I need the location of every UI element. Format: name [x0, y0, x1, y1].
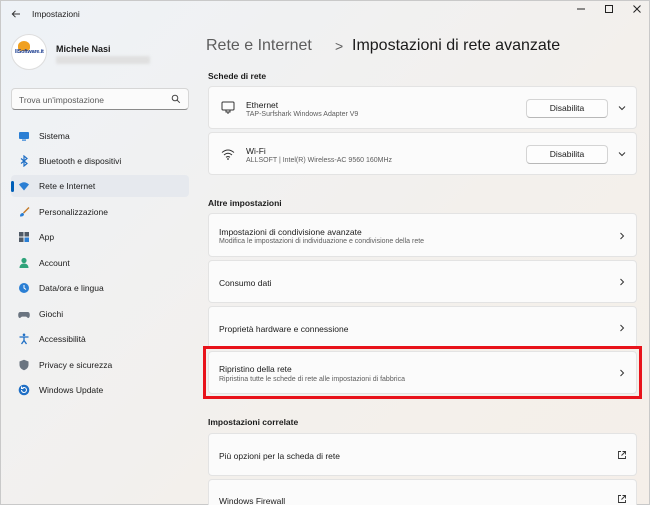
setting-title: Consumo dati: [219, 278, 272, 288]
setting-card-hardware-properties[interactable]: Proprietà hardware e connessione: [208, 306, 637, 349]
highlight-box: [203, 346, 642, 399]
update-icon: [18, 384, 30, 396]
back-button[interactable]: [7, 5, 25, 23]
search-icon: [171, 94, 181, 104]
adapter-description: ALLSOFT | Intel(R) Wireless-AC 9560 160M…: [246, 157, 393, 164]
breadcrumb-separator: >: [335, 38, 344, 54]
adapter-description: TAP-Surfshark Windows Adapter V9: [246, 111, 359, 118]
minimize-icon: [577, 8, 585, 10]
setting-title: Impostazioni di condivisione avanzate: [219, 227, 362, 237]
sidebar-item-sistema[interactable]: Sistema: [11, 125, 189, 147]
app-title: Impostazioni: [32, 9, 80, 19]
maximize-icon: [605, 5, 613, 13]
title-bar: Impostazioni: [1, 1, 649, 27]
sidebar-item-label: Privacy e sicurezza: [39, 360, 113, 370]
sidebar-item-privacy-sicurezza[interactable]: Privacy e sicurezza: [11, 354, 189, 376]
settings-window: Impostazioni IlSoftware.it Michele Nasi …: [0, 0, 650, 505]
sidebar-item-account[interactable]: Account: [11, 252, 189, 274]
sidebar-item-app[interactable]: App: [11, 226, 189, 248]
external-link-icon: [618, 495, 626, 503]
sidebar-item-bluetooth[interactable]: Bluetooth e dispositivi: [11, 150, 189, 172]
active-indicator: [11, 181, 14, 192]
sidebar-item-label: Accessibilità: [39, 334, 86, 344]
sidebar-item-label: Giochi: [39, 309, 64, 319]
sidebar-item-rete-internet[interactable]: Rete e Internet: [11, 175, 189, 197]
sidebar-item-label: Data/ora e lingua: [39, 283, 104, 293]
setting-card-data-usage[interactable]: Consumo dati: [208, 260, 637, 303]
chevron-down-icon[interactable]: [617, 149, 627, 159]
related-card-adapter-options[interactable]: Più opzioni per la scheda di rete: [208, 433, 637, 476]
sidebar-item-label: Account: [39, 258, 70, 268]
avatar[interactable]: IlSoftware.it: [11, 34, 47, 70]
sidebar-item-giochi[interactable]: Giochi: [11, 303, 189, 325]
apps-icon: [19, 232, 29, 242]
sidebar-item-personalizzazione[interactable]: Personalizzazione: [11, 201, 189, 223]
section-title-related-settings: Impostazioni correlate: [208, 417, 299, 427]
search-input[interactable]: Trova un'impostazione: [11, 88, 189, 110]
close-icon: [633, 5, 641, 13]
avatar-logo-text: IlSoftware.it: [15, 49, 44, 55]
minimize-button[interactable]: [567, 1, 595, 17]
sidebar-item-label: Rete e Internet: [39, 181, 96, 191]
external-link-icon: [618, 451, 626, 459]
adapter-card-ethernet: Ethernet TAP-Surfshark Windows Adapter V…: [208, 86, 637, 129]
brush-icon: [20, 207, 30, 217]
sidebar-item-data-ora-lingua[interactable]: Data/ora e lingua: [11, 277, 189, 299]
close-button[interactable]: [623, 1, 650, 17]
arrow-left-icon: [11, 10, 20, 18]
setting-subtitle: Modifica le impostazioni di individuazio…: [219, 238, 425, 245]
related-card-windows-firewall[interactable]: Windows Firewall: [208, 479, 637, 505]
shield-icon: [19, 359, 29, 371]
system-icon: [19, 132, 29, 141]
adapter-name: Wi-Fi: [246, 146, 266, 156]
wifi-icon: [221, 149, 235, 160]
sidebar-item-label: Windows Update: [39, 385, 104, 395]
bluetooth-icon: [20, 155, 28, 167]
breadcrumb-parent[interactable]: Rete e Internet: [206, 37, 312, 55]
sidebar-item-label: Bluetooth e dispositivi: [39, 156, 122, 166]
section-title-network-adapters: Schede di rete: [208, 71, 267, 81]
sidebar-item-accessibilita[interactable]: Accessibilità: [11, 328, 189, 350]
accessibility-icon: [19, 333, 29, 345]
sidebar-item-label: Personalizzazione: [39, 207, 108, 217]
setting-title: Proprietà hardware e connessione: [219, 324, 349, 334]
related-title: Più opzioni per la scheda di rete: [219, 451, 340, 461]
page-title: Impostazioni di rete avanzate: [352, 37, 561, 54]
profile-email-redacted: [56, 56, 150, 64]
setting-card-advanced-sharing[interactable]: Impostazioni di condivisione avanzate Mo…: [208, 213, 637, 257]
wifi-icon: [19, 182, 29, 191]
sidebar-item-windows-update[interactable]: Windows Update: [11, 379, 189, 401]
ethernet-icon: [221, 101, 235, 114]
chevron-right-icon: [620, 232, 625, 240]
chevron-right-icon: [620, 278, 625, 286]
account-icon: [19, 257, 29, 268]
chevron-down-icon[interactable]: [617, 103, 627, 113]
globe-clock-icon: [19, 283, 29, 293]
profile-name: Michele Nasi: [56, 44, 111, 54]
maximize-button[interactable]: [595, 1, 623, 17]
adapter-card-wifi: Wi-Fi ALLSOFT | Intel(R) Wireless-AC 956…: [208, 132, 637, 175]
search-placeholder: Trova un'impostazione: [19, 95, 104, 105]
section-title-other-settings: Altre impostazioni: [208, 198, 282, 208]
chevron-right-icon: [620, 324, 625, 332]
related-title: Windows Firewall: [219, 496, 286, 505]
sidebar-item-label: App: [39, 232, 55, 242]
disable-wifi-button[interactable]: Disabilita: [526, 145, 608, 164]
sidebar-item-label: Sistema: [39, 131, 70, 141]
adapter-name: Ethernet: [246, 100, 279, 110]
gamepad-icon: [18, 312, 30, 318]
disable-ethernet-button[interactable]: Disabilita: [526, 99, 608, 118]
